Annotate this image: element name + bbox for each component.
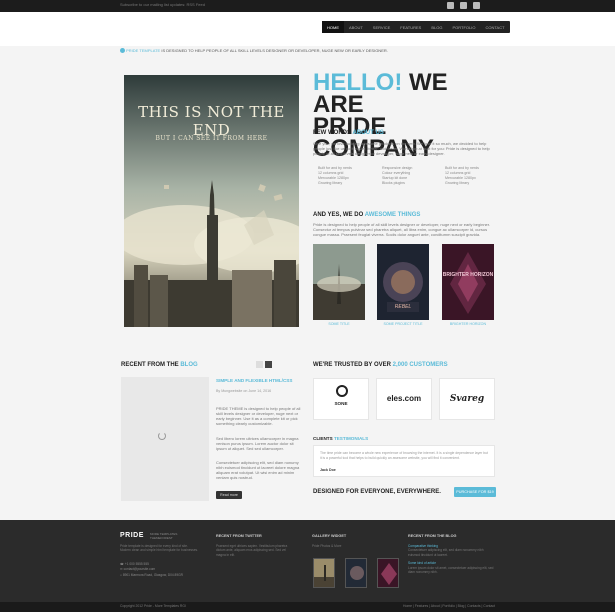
- about-list-1: Built for and by nerds 12 columns grid M…: [318, 166, 352, 186]
- top-bar-note: Subscribe to our mailing list updates: R…: [120, 2, 205, 7]
- blog-slider-arrows: [256, 361, 272, 368]
- gallery-thumb[interactable]: [377, 558, 399, 588]
- client-logo-label: Svareg: [449, 394, 485, 404]
- loading-spinner-icon: [158, 432, 166, 440]
- twitter-icon[interactable]: [447, 2, 454, 9]
- facebook-icon[interactable]: [460, 2, 467, 9]
- footer-gallery-text: Pride Photos & More: [312, 544, 342, 548]
- list-item: Blocks plugins: [382, 181, 405, 185]
- bottom-bar: Copyright 2012 Pride - More Templates RG…: [0, 602, 615, 612]
- list-item: Growing library: [445, 181, 470, 185]
- footer-description: Pride template is designed for every kin…: [120, 544, 198, 553]
- footer: PRIDE MORE TEMPLATES THEMEFOREST Pride t…: [0, 520, 615, 602]
- blog-paragraph: Sed libero lorem ultrices ullamcorper in…: [216, 436, 299, 451]
- sone-logo-icon: [336, 385, 348, 397]
- trust-title-prefix: WE'RE TRUSTED BY OVER: [313, 362, 391, 368]
- blog-image-placeholder: [121, 377, 209, 501]
- nav-about[interactable]: ABOUT: [344, 21, 368, 33]
- designed-banner-text: DESIGNED FOR EVERYONE, EVERYWHERE.: [313, 489, 441, 495]
- blog-title-prefix: RECENT FROM THE: [121, 362, 179, 368]
- testimonials-title-prefix: CLIENTS: [313, 436, 333, 441]
- footer-address: ⌂ 8901 Marmora Road, Glasgow, D04 89GR: [120, 572, 183, 577]
- blog-title-highlight: BLOG: [180, 362, 198, 368]
- nav-features[interactable]: FEATURES: [395, 21, 426, 33]
- footer-blog-posts: Comparative thinking Consectetuer adipis…: [408, 544, 496, 574]
- hero-image-subtitle: BUT I CAN SEE IT FROM HERE: [155, 135, 268, 142]
- blog-paragraph: Consectetuer adipiscing elit, sed diam n…: [216, 460, 300, 480]
- portfolio-caption-3[interactable]: BRIGHTER HORIZON: [442, 322, 494, 326]
- intro-tag: PRIDE TEMPLATE: [126, 48, 161, 53]
- blog-section-title: RECENT FROM THE BLOG: [121, 362, 198, 368]
- copyright: Copyright 2012 Pride - More Templates RG…: [120, 604, 186, 608]
- rss-icon[interactable]: [473, 2, 480, 9]
- intro-line: PRIDE TEMPLATE IS DESIGNED TO HELP PEOPL…: [120, 46, 496, 56]
- footer-contact: ☎ +1 000 5555 555 ✉ contact@yoursite.com…: [120, 562, 183, 578]
- awesome-title-highlight: AWESOME THINGS: [364, 212, 421, 218]
- footer-gallery-title: GALLERY WIDGET: [312, 534, 347, 538]
- about-title: FEW WORDS ABOUT US: [313, 130, 384, 136]
- nav-blog[interactable]: BLOG: [426, 21, 447, 33]
- nav-service[interactable]: SERVICE: [368, 21, 396, 33]
- blog-post-meta: By Mungwebsite on June 14, 2016: [216, 389, 272, 393]
- portfolio-thumb-3-label: BRIGHTER HORIZON: [442, 272, 494, 278]
- testimonial-author: Jack Doe: [320, 468, 336, 472]
- portfolio-caption-1[interactable]: SOME TITLE: [313, 322, 365, 326]
- awesome-title: AND YES, WE DO AWESOME THINGS: [313, 212, 420, 218]
- trust-section-title: WE'RE TRUSTED BY OVER 2,000 CUSTOMERS: [313, 362, 448, 368]
- hero-image: THIS IS NOT THE END BUT I CAN SEE IT FRO…: [124, 75, 299, 327]
- portfolio-thumb-2-label: REBEL: [394, 304, 412, 310]
- gallery-thumb[interactable]: [345, 558, 367, 588]
- social-icons: [447, 2, 480, 9]
- main-nav: HOME ABOUT SERVICE FEATURES BLOG PORTFOL…: [322, 21, 510, 33]
- nav-contact[interactable]: CONTACT: [481, 21, 510, 33]
- client-logo-label: eles.com: [386, 394, 422, 403]
- testimonials-title: CLIENTS TESTIMONIALS: [313, 436, 368, 441]
- footer-tweets: Praesent eget ultrices sapien. Vestibulu…: [216, 544, 288, 557]
- intro-text: IS DESIGNED TO HELP PEOPLE OF ALL SKILL …: [161, 48, 388, 53]
- list-item: Growing library: [318, 181, 343, 185]
- awesome-text: Pride is designed to help people of all …: [313, 222, 490, 237]
- about-text: Give you, we love building awesome produ…: [313, 141, 490, 156]
- footer-blog-title: RECENT FROM THE BLOG: [408, 534, 457, 538]
- footer-blog-post-text: Consectetuer adipiscing elit, sed diam n…: [408, 548, 484, 557]
- about-list-3: Built for and by nerds 12 columns grid M…: [445, 166, 479, 186]
- testimonial-quote: The time pride can become a whole new ex…: [320, 451, 488, 460]
- footer-logo-sub: MORE TEMPLATES THEMEFOREST: [150, 532, 177, 540]
- testimonial-card: The time pride can become a whole new ex…: [313, 445, 495, 477]
- footer-blog-post-text: Lorem ipsum dolor sit amet, consectetuer…: [408, 565, 494, 575]
- client-logo-svareg[interactable]: Svareg: [439, 378, 495, 420]
- purchase-button[interactable]: PURCHASE FOR $19: [454, 487, 496, 497]
- blog-paragraph: PRIDE THEME is designed to help people o…: [216, 406, 301, 426]
- hero-image-title: THIS IS NOT THE END: [138, 103, 285, 139]
- footer-twitter-title: RECENT FROM TWITTER: [216, 534, 262, 538]
- client-logo-eles[interactable]: eles.com: [376, 378, 432, 420]
- gallery-thumb[interactable]: [313, 558, 335, 588]
- header: HOME ABOUT SERVICE FEATURES BLOG PORTFOL…: [0, 12, 615, 46]
- hero-headline: HELLO! WE ARE PRIDE COMPANY: [313, 71, 496, 161]
- next-arrow-icon[interactable]: [265, 361, 272, 368]
- prev-arrow-icon[interactable]: [256, 361, 263, 368]
- nav-portfolio[interactable]: PORTFOLIO: [447, 21, 480, 33]
- nav-home[interactable]: HOME: [322, 21, 344, 33]
- awesome-title-prefix: AND YES, WE DO: [313, 212, 364, 218]
- portfolio-thumb-3[interactable]: BRIGHTER HORIZON: [442, 244, 494, 320]
- client-logo-sone[interactable]: SONE: [313, 378, 369, 420]
- about-title-highlight: ABOUT US: [352, 130, 384, 136]
- portfolio-thumb-2[interactable]: REBEL: [377, 244, 429, 320]
- top-bar: Subscribe to our mailing list updates: R…: [0, 0, 615, 12]
- blog-post-title[interactable]: SIMPLE AND FLEXIBLE HTML/CSS: [216, 378, 292, 383]
- portfolio-caption-2[interactable]: SOME PROJECT TITLE: [377, 322, 429, 326]
- about-list-2: Responsive design Colour everything Star…: [382, 166, 412, 186]
- portfolio-thumb-1[interactable]: [313, 244, 365, 320]
- footer-logo[interactable]: PRIDE: [120, 532, 144, 539]
- about-title-prefix: FEW WORDS: [313, 130, 351, 136]
- bottom-links[interactable]: Home | Features | About | Portfolio | Bl…: [403, 604, 495, 608]
- client-logo-label: SONE: [334, 401, 348, 406]
- read-more-button[interactable]: Read more: [216, 491, 242, 499]
- footer-logo-sub2: THEMEFOREST: [150, 535, 173, 540]
- testimonials-title-highlight: TESTIMONIALS: [333, 436, 369, 441]
- trust-title-highlight: 2,000 CUSTOMERS: [392, 362, 448, 368]
- info-icon: [120, 48, 125, 54]
